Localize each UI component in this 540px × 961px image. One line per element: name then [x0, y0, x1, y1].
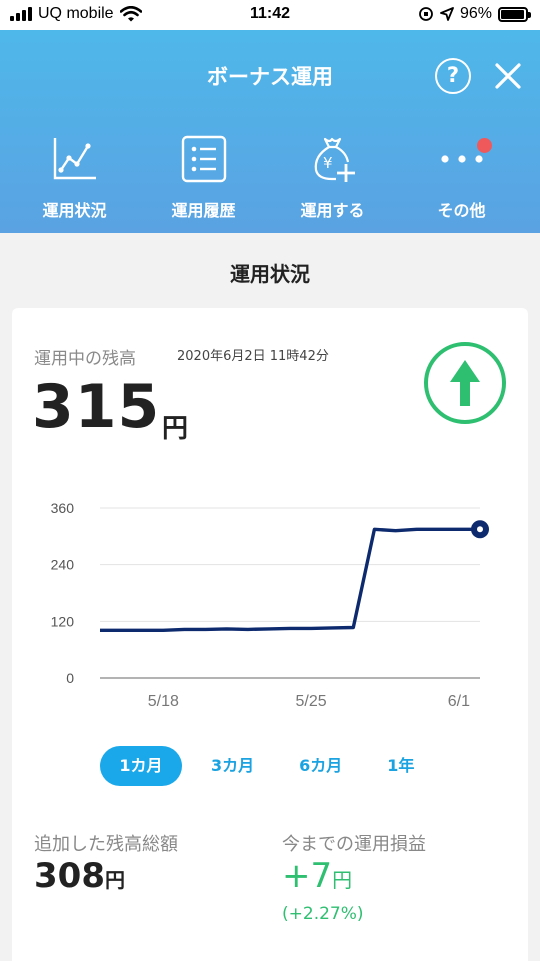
- location-icon: [440, 7, 454, 21]
- period-6m-button[interactable]: 6カ月: [283, 746, 358, 786]
- tab-invest[interactable]: ¥ 運用する: [268, 130, 397, 230]
- wifi-icon: [119, 6, 142, 22]
- y-tick-label: 360: [51, 500, 75, 516]
- profit-loss-unit: 円: [332, 868, 353, 892]
- profit-loss-amount: +7: [282, 856, 333, 896]
- x-tick-label: 5/25: [296, 693, 327, 710]
- profit-loss-percent: (+2.27%): [282, 904, 364, 924]
- balance-amount: 315: [32, 372, 161, 442]
- balance-unit: 円: [162, 414, 189, 444]
- tab-other[interactable]: その他: [397, 130, 526, 230]
- added-balance-value: 308円: [34, 856, 125, 896]
- tab-other-label: その他: [437, 201, 486, 220]
- added-balance-label: 追加した残高総額: [34, 834, 178, 855]
- help-button[interactable]: ?: [435, 58, 471, 94]
- added-balance-amount: 308: [34, 856, 105, 896]
- section-title: 運用状況: [230, 262, 310, 286]
- x-tick-label: 6/1: [448, 693, 470, 710]
- series-line: [100, 527, 480, 632]
- svg-text:¥: ¥: [323, 154, 333, 172]
- tab-history-label: 運用履歴: [171, 201, 236, 220]
- chart-line-icon: [53, 138, 96, 180]
- x-tick-label: 5/18: [148, 693, 179, 710]
- tab-bar: 運用状況 運用履歴 ¥ 運用する その他: [0, 130, 540, 230]
- close-icon[interactable]: [492, 60, 524, 92]
- help-icon: ?: [446, 63, 460, 87]
- balance-chart: 0 120 240 360 5/18 5/25 6/1: [51, 500, 489, 710]
- y-tick-label: 120: [51, 613, 75, 629]
- signal-icon: [10, 7, 32, 21]
- battery-percent: 96%: [459, 5, 492, 22]
- y-tick-label: 0: [66, 670, 74, 686]
- tab-history[interactable]: 運用履歴: [139, 130, 268, 230]
- profit-loss-value: +7円: [282, 856, 352, 896]
- period-1y-button[interactable]: 1年: [371, 746, 430, 786]
- period-3m-button[interactable]: 3カ月: [195, 746, 270, 786]
- profit-loss-label: 今までの運用損益: [282, 834, 426, 855]
- carrier-name: UQ mobile: [38, 5, 114, 22]
- period-1m-button[interactable]: 1カ月: [100, 746, 182, 786]
- money-bag-plus-icon: ¥: [314, 137, 355, 182]
- orientation-lock-icon: [419, 7, 433, 21]
- balance-card: 運用中の残高 2020年6月2日 11時42分 315 円 0 120 240 360…: [12, 308, 528, 961]
- up-arrow-icon: [424, 342, 506, 424]
- notification-badge: [477, 138, 492, 153]
- balance-label: 運用中の残高: [34, 349, 136, 369]
- y-tick-label: 240: [51, 557, 75, 573]
- end-point-center: [477, 526, 483, 533]
- tab-status-label: 運用状況: [42, 201, 107, 220]
- status-bar: UQ mobile 11:42 96%: [0, 0, 540, 30]
- tab-invest-label: 運用する: [300, 201, 365, 220]
- app-header: ボーナス運用 ? 運用状況 運用履歴 ¥ 運用する その他: [0, 30, 540, 233]
- battery-icon: [498, 6, 531, 22]
- period-selector: 1カ月 3カ月 6カ月 1年: [100, 746, 443, 786]
- added-balance-unit: 円: [104, 868, 125, 892]
- tab-status[interactable]: 運用状況: [10, 130, 139, 230]
- list-icon: [181, 135, 226, 183]
- balance-datetime: 2020年6月2日 11時42分: [177, 349, 329, 364]
